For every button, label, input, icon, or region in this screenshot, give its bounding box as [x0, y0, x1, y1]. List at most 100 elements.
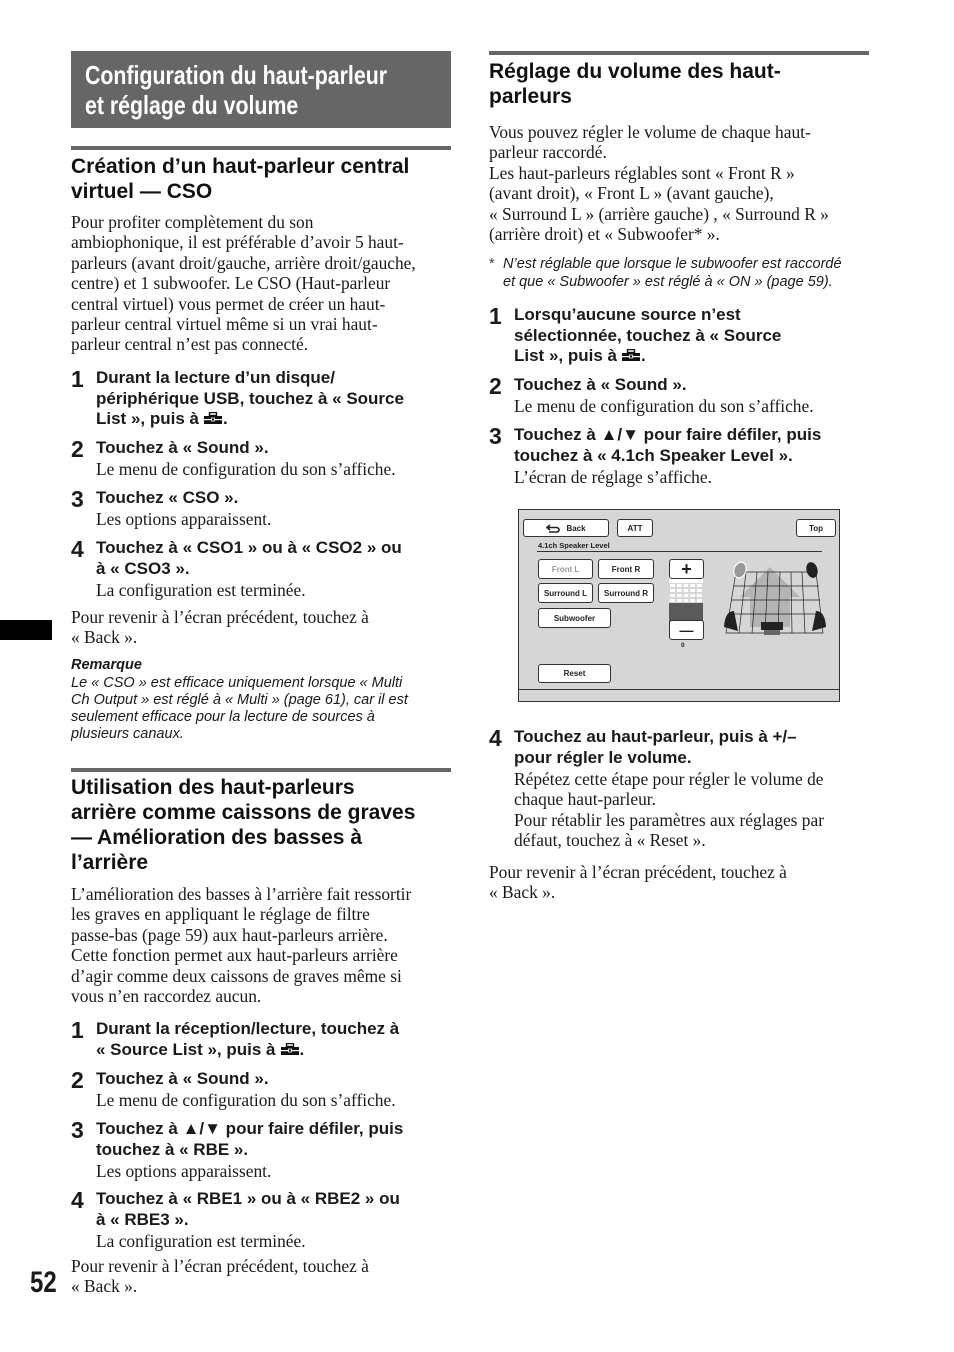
text-line: d’agir comme deux caissons de graves mêm… [71, 965, 402, 986]
toolbox-icon [280, 1041, 300, 1055]
subwoofer-speaker-icon[interactable] [761, 622, 783, 630]
text-line: seulement efficace pour la lecture de so… [71, 709, 375, 725]
level-grid-cell [676, 593, 683, 598]
toolbox-icon [621, 347, 641, 361]
footnote-mark: * [489, 256, 495, 272]
step-title-line: « Source List », puis à [96, 1039, 276, 1059]
level-grid-cell [682, 588, 690, 593]
rbe-intro: L’amélioration des basses à l’arrière fa… [71, 884, 461, 1006]
chapter-title-line: Configuration du haut-parleur [85, 60, 388, 90]
step-description: La configuration est terminée. [96, 580, 306, 600]
step-number: 4 [71, 1187, 84, 1213]
step-description: Le menu de configuration du son s’affich… [96, 1090, 396, 1110]
speaker-button-surround-r[interactable]: Surround R [598, 583, 654, 603]
step-number: 4 [71, 536, 84, 562]
step-title: Touchez à « Sound ». [514, 375, 687, 394]
step-title: Touchez à « CSO1 » ou à « CSO2 » ou à « … [96, 538, 456, 579]
step-title-line: List », puis à [96, 409, 199, 428]
reset-button[interactable]: Reset [538, 664, 611, 683]
speaker-button-front-l[interactable]: Front L [538, 559, 593, 579]
step-title-line: à « RBE3 ». [96, 1209, 189, 1229]
step-title: Lorsqu’aucune source n’est sélectionnée,… [514, 305, 874, 367]
footnote: * N’est réglable que lorsque le subwoofe… [489, 255, 879, 291]
step-title-line: à « CSO3 ». [96, 558, 190, 578]
volume-minus-button[interactable]: — [669, 620, 704, 640]
toolbox-icon [203, 410, 223, 424]
step-title-line: Touchez à ▲/▼ pour faire défiler, puis [96, 1119, 404, 1138]
level-grid-cell [689, 583, 696, 588]
screen-back-button[interactable]: Back [523, 519, 609, 537]
step-description: L’écran de réglage s’affiche. [514, 467, 712, 487]
step-title: Touchez à « RBE1 » ou à « RBE2 » ou à « … [96, 1189, 456, 1230]
level-grid-cell [682, 598, 690, 603]
step-number: 3 [71, 486, 84, 512]
level-grid-cell [669, 593, 676, 598]
text-line: Vous pouvez régler le volume de chaque h… [489, 122, 811, 142]
heading-line: arrière comme caissons de graves [71, 801, 416, 824]
text-line: parleur raccordé. [489, 142, 607, 163]
text-line: chaque haut-parleur. [514, 789, 656, 810]
step-title-line: Touchez à « RBE1 » ou à « RBE2 » ou [96, 1189, 400, 1208]
step-title-line: Durant la lecture d’un disque/ [96, 368, 335, 387]
text-line: « Back ». [71, 627, 138, 648]
text-line: « Back ». [489, 882, 556, 903]
cso-back-instruction: Pour revenir à l’écran précédent, touche… [71, 607, 461, 648]
rbe-heading: Utilisation des haut-parleurs arrière co… [71, 775, 456, 875]
text-line: passe-bas (page 59) aux haut-parleurs ar… [71, 924, 388, 945]
step-title-line: touchez à « 4.1ch Speaker Level ». [514, 445, 793, 465]
punctuation: . [222, 409, 228, 428]
step-number: 2 [71, 436, 84, 462]
front-right-speaker-icon[interactable] [805, 561, 820, 579]
step-title-line: Lorsqu’aucune source n’est [514, 305, 741, 324]
note-text: Le « CSO » est efficace uniquement lorsq… [71, 675, 461, 743]
level-value: 0 [681, 642, 685, 649]
step-number: 2 [489, 373, 502, 399]
text-line: (arrière droit) et « Subwoofer* ». [489, 224, 720, 245]
step-title: Touchez à ▲/▼ pour faire défiler, puis t… [96, 1119, 456, 1160]
level-grid-cell [696, 598, 703, 603]
text-line: Pour revenir à l’écran précédent, touche… [71, 607, 369, 627]
level-grid-cell [676, 583, 683, 588]
heading-line: l’arrière [71, 851, 149, 874]
step-title-line: périphérique USB, touchez à « Source [96, 388, 404, 408]
screen-title: 4.1ch Speaker Level [538, 541, 610, 550]
speaker-button-front-r[interactable]: Front R [598, 559, 654, 579]
level-grid-cell [689, 598, 696, 603]
punctuation: . [640, 346, 646, 365]
heading-line: parleurs [489, 85, 572, 108]
chapter-title: Configuration du haut-parleur et réglage… [71, 51, 451, 128]
speaker-button-surround-l[interactable]: Surround L [538, 583, 593, 603]
text-line: Les haut-parleurs réglables sont « Front… [489, 162, 795, 183]
rbe-back-instruction: Pour revenir à l’écran précédent, touche… [71, 1256, 461, 1297]
text-line: Le « CSO » est efficace uniquement lorsq… [71, 675, 403, 691]
text-line: L’amélioration des basses à l’arrière fa… [71, 884, 412, 904]
step-description: Les options apparaissent. [96, 1161, 272, 1181]
step-title: Durant la lecture d’un disque/ périphéri… [96, 368, 456, 430]
cso-heading: Création d’un haut-parleur central virtu… [71, 154, 451, 204]
front-left-speaker-icon[interactable] [732, 560, 749, 579]
back-label: Back [566, 523, 586, 533]
text-line: Pour profiter complètement du son [71, 212, 314, 232]
step-title-line: touchez à « RBE ». [96, 1139, 249, 1159]
step-title-line: Durant la réception/lecture, touchez à [96, 1019, 400, 1038]
subwoofer-base [764, 630, 780, 635]
section-rule [71, 146, 451, 150]
level-grid-cell [682, 583, 690, 588]
level-grid-cell [689, 588, 696, 593]
text-line: les graves en appliquant le réglage de f… [71, 904, 370, 925]
screen-status-bar [519, 689, 839, 701]
text-line: vous n’en raccordez aucun. [71, 986, 262, 1007]
heading-line: virtuel — CSO [71, 180, 213, 203]
step-description: Le menu de configuration du son s’affich… [514, 396, 814, 416]
volume-plus-button[interactable]: + [669, 559, 704, 579]
text-line: ambiophonique, il est préférable d’avoir… [71, 232, 404, 253]
speaker-button-subwoofer[interactable]: Subwoofer [538, 608, 611, 628]
volume-heading: Réglage du volume des haut- parleurs [489, 59, 869, 109]
text-line: Répétez cette étape pour régler le volum… [514, 769, 824, 789]
att-button[interactable]: ATT [617, 519, 653, 537]
top-button[interactable]: Top [796, 519, 836, 537]
step-title: Touchez au haut-parleur, puis à +/– pour… [514, 727, 874, 768]
punctuation: . [299, 1039, 305, 1059]
text-line: centre) et 1 subwoofer. Le CSO (Haut-par… [71, 273, 391, 294]
step-description: Le menu de configuration du son s’affich… [96, 459, 396, 479]
